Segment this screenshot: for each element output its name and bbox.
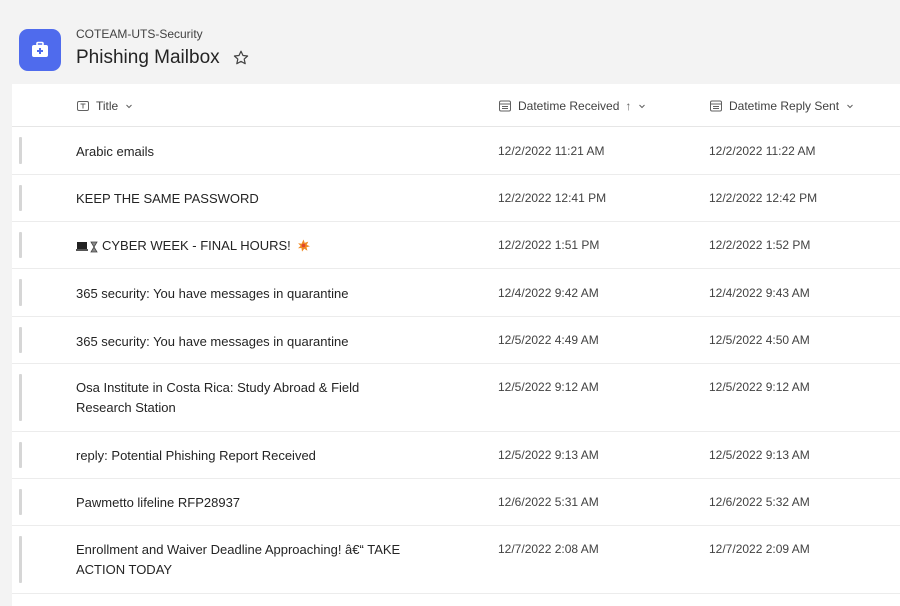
- row-selection-bar: [19, 489, 22, 515]
- list-row[interactable]: 365 security: You have messages in quara…: [12, 317, 900, 364]
- row-datetime-reply-sent: 12/5/2022 4:50 AM: [709, 333, 810, 347]
- row-selection-bar: [19, 327, 22, 353]
- column-reply-label: Datetime Reply Sent: [729, 98, 840, 113]
- row-datetime-received: 12/7/2022 2:08 AM: [498, 542, 599, 556]
- row-selection-bar: [19, 442, 22, 468]
- row-title: Pawmetto lifeline RFP28937: [76, 495, 241, 510]
- column-header-title[interactable]: Title: [76, 84, 134, 127]
- row-title: CYBER WEEK - FINAL HOURS!: [102, 238, 291, 253]
- row-datetime-reply-sent: 12/5/2022 9:13 AM: [709, 448, 810, 462]
- list-row[interactable]: CYBER WEEK - FINAL HOURS! 12/2/2022 1:51…: [12, 222, 900, 269]
- row-selection-bar: [19, 137, 22, 164]
- laptop-hourglass-emoji-icon: [76, 241, 98, 253]
- collision-emoji-icon: [297, 239, 311, 252]
- row-datetime-received: 12/4/2022 9:42 AM: [498, 286, 599, 300]
- title-row: Phishing Mailbox: [76, 45, 250, 71]
- row-title: 365 security: You have messages in quara…: [76, 286, 349, 301]
- list-row[interactable]: 365 security: You have messages in quara…: [12, 269, 900, 317]
- row-title: KEEP THE SAME PASSWORD: [76, 191, 259, 206]
- row-datetime-received: 12/5/2022 9:12 AM: [498, 380, 599, 394]
- row-title: Enrollment and Waiver Deadline Approachi…: [76, 542, 401, 577]
- row-title-cell: CYBER WEEK - FINAL HOURS!: [76, 236, 416, 256]
- row-datetime-received: 12/2/2022 12:41 PM: [498, 191, 607, 205]
- column-title-label: Title: [96, 98, 119, 113]
- row-datetime-reply-sent: 12/5/2022 9:12 AM: [709, 380, 810, 394]
- calendar-icon: [498, 99, 512, 113]
- row-datetime-reply-sent: 12/6/2022 5:32 AM: [709, 495, 810, 509]
- column-header-datetime-reply-sent[interactable]: Datetime Reply Sent: [709, 84, 855, 127]
- list-app-icon: [19, 29, 61, 71]
- text-field-icon: [76, 99, 90, 113]
- row-title: 365 security: You have messages in quara…: [76, 334, 349, 349]
- row-datetime-reply-sent: 12/4/2022 9:43 AM: [709, 286, 810, 300]
- list-row[interactable]: reply: Potential Phishing Report Receive…: [12, 432, 900, 479]
- list-row[interactable]: Osa Institute in Costa Rica: Study Abroa…: [12, 364, 900, 432]
- row-datetime-reply-sent: 12/7/2022 2:09 AM: [709, 542, 810, 556]
- row-datetime-reply-sent: 12/2/2022 1:52 PM: [709, 238, 811, 252]
- list-row[interactable]: Arabic emails 12/2/2022 11:21 AM 12/2/20…: [12, 127, 900, 175]
- list-row[interactable]: Pawmetto lifeline RFP28937 12/6/2022 5:3…: [12, 479, 900, 526]
- row-datetime-reply-sent: 12/2/2022 11:22 AM: [709, 144, 816, 158]
- chevron-down-icon: [845, 101, 855, 111]
- favorite-star-icon[interactable]: [232, 49, 250, 67]
- row-title: Arabic emails: [76, 144, 155, 159]
- list-row[interactable]: KEEP THE SAME PASSWORD 12/2/2022 12:41 P…: [12, 175, 900, 222]
- sort-ascending-icon: ↑: [625, 98, 632, 113]
- list-view: Title Datetime Received ↑ Datetime Reply…: [12, 84, 900, 606]
- row-selection-bar: [19, 279, 22, 306]
- row-selection-bar: [19, 374, 22, 421]
- row-title: reply: Potential Phishing Report Receive…: [76, 448, 316, 463]
- column-received-label: Datetime Received: [518, 98, 620, 113]
- row-datetime-received: 12/2/2022 11:21 AM: [498, 144, 605, 158]
- row-selection-bar: [19, 536, 22, 583]
- row-datetime-received: 12/5/2022 9:13 AM: [498, 448, 599, 462]
- list-row[interactable]: Enrollment and Waiver Deadline Approachi…: [12, 526, 900, 594]
- row-selection-bar: [19, 185, 22, 211]
- row-datetime-received: 12/2/2022 1:51 PM: [498, 238, 600, 252]
- chevron-down-icon: [637, 101, 647, 111]
- page-header: COTEAM-UTS-Security Phishing Mailbox: [0, 0, 900, 84]
- row-selection-bar: [19, 232, 22, 258]
- row-datetime-reply-sent: 12/2/2022 12:42 PM: [709, 191, 818, 205]
- team-name[interactable]: COTEAM-UTS-Security: [76, 27, 203, 41]
- calendar-icon: [709, 99, 723, 113]
- column-header-row: Title Datetime Received ↑ Datetime Reply…: [12, 84, 900, 127]
- row-datetime-received: 12/5/2022 4:49 AM: [498, 333, 599, 347]
- row-datetime-received: 12/6/2022 5:31 AM: [498, 495, 599, 509]
- row-title: Osa Institute in Costa Rica: Study Abroa…: [76, 380, 360, 415]
- page-title: Phishing Mailbox: [76, 47, 220, 68]
- column-header-datetime-received[interactable]: Datetime Received ↑: [498, 84, 647, 127]
- chevron-down-icon: [124, 101, 134, 111]
